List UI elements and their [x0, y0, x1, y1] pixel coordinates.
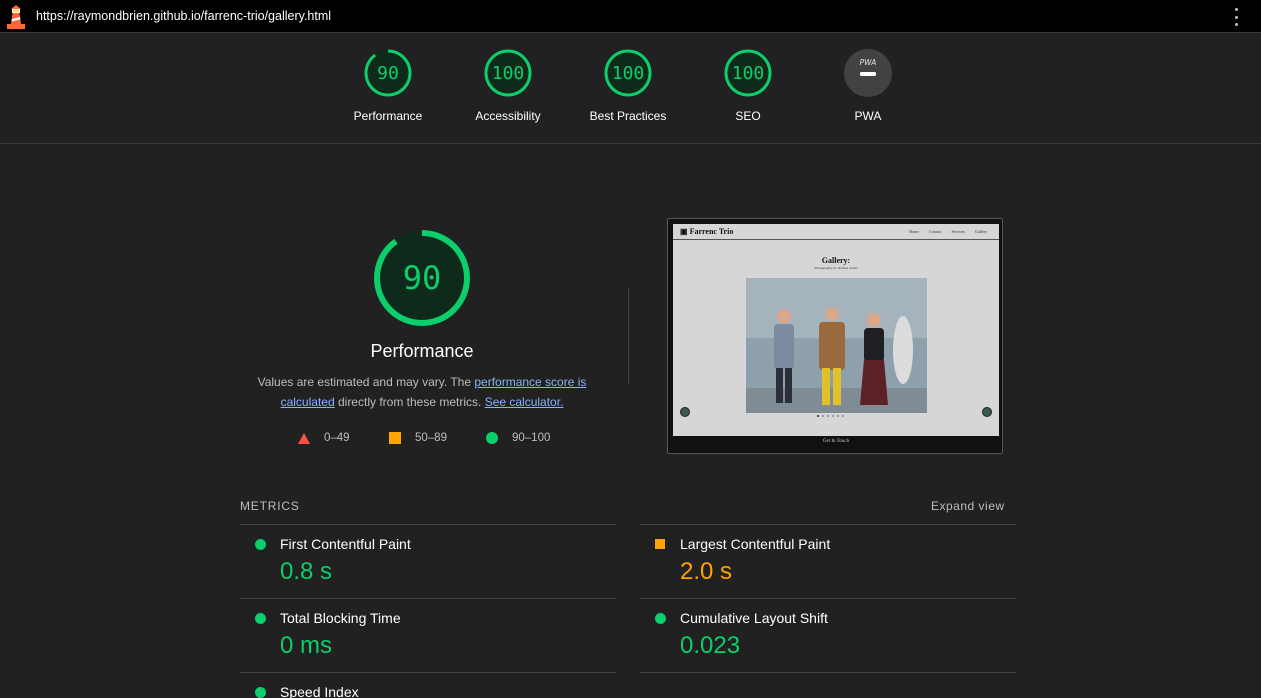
- performance-score-gauge: 90: [374, 230, 470, 326]
- pass-circle-icon: [255, 613, 266, 624]
- pass-circle-icon: [655, 613, 666, 624]
- metric-total-blocking-time: Total Blocking Time 0 ms: [240, 599, 616, 673]
- metric-largest-contentful-paint: Largest Contentful Paint 2.0 s: [640, 525, 1016, 599]
- preview-brand: ▣ Farrenc Trio: [680, 227, 734, 236]
- metric-speed-index: Speed Index: [240, 673, 616, 698]
- preview-subheading: Photography by Stefana Godio: [814, 266, 858, 270]
- best-practices-gauge-icon: 100: [604, 49, 652, 97]
- lighthouse-logo-icon: [7, 5, 25, 29]
- gauge-label: PWA: [854, 109, 882, 123]
- metric-first-contentful-paint: First Contentful Paint 0.8 s: [240, 525, 616, 599]
- gauge-best-practices[interactable]: 100 Best Practices: [568, 48, 688, 123]
- screenshot-preview: ▣ Farrenc Trio Home Contact Services Gal…: [673, 224, 999, 448]
- gallery-photo: [746, 278, 927, 413]
- final-screenshot[interactable]: ▣ Farrenc Trio Home Contact Services Gal…: [667, 218, 1003, 454]
- score-summary: 90 Performance 100 Accessibility 100 Bes…: [0, 34, 1261, 144]
- divider: [628, 288, 629, 384]
- carousel-prev-icon: [680, 407, 690, 417]
- gauge-performance[interactable]: 90 Performance: [328, 48, 448, 123]
- svg-text:100: 100: [612, 63, 645, 84]
- divider: [640, 672, 1016, 673]
- pass-circle-icon: [486, 432, 498, 444]
- pass-circle-icon: [255, 539, 266, 550]
- report-url: https://raymondbrien.github.io/farrenc-t…: [36, 9, 332, 23]
- preview-footer: Get In Touch: [673, 436, 999, 448]
- svg-text:100: 100: [732, 63, 765, 84]
- pass-circle-icon: [255, 687, 266, 698]
- performance-title: Performance: [370, 341, 474, 361]
- gauge-label: Best Practices: [589, 109, 667, 123]
- gauge-label: Performance: [353, 109, 423, 123]
- more-options-icon[interactable]: [1230, 8, 1242, 26]
- legend-fail: 0–49: [298, 432, 350, 444]
- performance-description: Values are estimated and may vary. The p…: [257, 375, 587, 409]
- preview-nav-links: Home Contact Services Gallery: [909, 229, 987, 234]
- metrics-heading: METRICS: [240, 499, 300, 513]
- svg-text:100: 100: [492, 63, 525, 84]
- legend-pass: 90–100: [486, 432, 550, 444]
- preview-navbar: ▣ Farrenc Trio Home Contact Services Gal…: [673, 224, 999, 240]
- gauge-label: Accessibility: [475, 109, 541, 123]
- performance-score: 90: [403, 259, 442, 297]
- pwa-badge-icon: PWA: [844, 49, 892, 97]
- gauge-label: SEO: [735, 109, 761, 123]
- report-topbar: https://raymondbrien.github.io/farrenc-t…: [0, 0, 1261, 33]
- see-calculator-link[interactable]: See calculator.: [485, 395, 564, 409]
- average-square-icon: [655, 539, 665, 549]
- carousel-indicators: [817, 415, 844, 417]
- carousel-next-icon: [982, 407, 992, 417]
- preview-heading: Gallery:: [821, 256, 851, 265]
- metric-cumulative-layout-shift: Cumulative Layout Shift 0.023: [640, 599, 1016, 673]
- legend-average: 50–89: [389, 432, 447, 444]
- gauge-pwa[interactable]: PWA PWA: [808, 48, 928, 123]
- seo-gauge-icon: 100: [724, 49, 772, 97]
- svg-text:PWA: PWA: [860, 58, 877, 67]
- gauge-accessibility[interactable]: 100 Accessibility: [448, 48, 568, 123]
- average-square-icon: [389, 432, 401, 444]
- performance-gauge-icon: 90: [364, 49, 412, 97]
- gauge-seo[interactable]: 100 SEO: [688, 48, 808, 123]
- accessibility-gauge-icon: 100: [484, 49, 532, 97]
- expand-view-toggle[interactable]: Expand view: [931, 499, 1005, 513]
- svg-text:90: 90: [377, 63, 399, 84]
- fail-triangle-icon: [298, 432, 310, 444]
